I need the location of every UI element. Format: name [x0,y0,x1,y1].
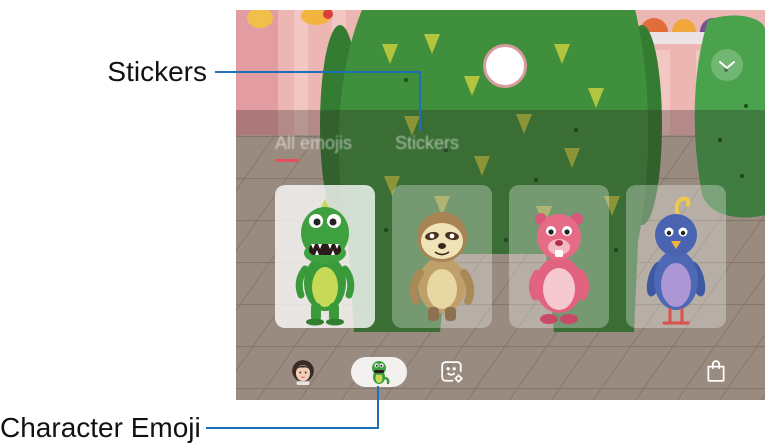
beaver-emoji-icon-part [555,250,563,257]
sloth-emoji-icon-part [427,269,457,309]
bird-emoji-icon-part [666,230,672,236]
sticker-settings-icon [441,361,463,383]
dinosaur-emoji-icon-part [313,218,321,226]
beaver-emoji-icon-part [564,229,570,235]
dinosaur-emoji-card[interactable] [275,185,375,328]
character-emoji-button[interactable] [351,357,407,387]
character-emoji-icon [372,361,390,385]
dinosaur-emoji-icon-part [312,267,338,307]
sticker-settings-icon-part [441,361,462,382]
beaver-emoji-icon-part [548,229,554,235]
beaver-emoji-icon-part [555,240,563,246]
tab-all-emojis[interactable]: All emojis [275,133,352,153]
shopping-bag-icon [707,360,725,382]
sticker-settings-icon-part [452,367,456,371]
sloth-emoji-icon-part [428,307,439,321]
shopping-bag-icon-part [711,360,721,369]
tab-stickers[interactable]: Stickers [395,133,459,153]
sloth-emoji-card[interactable] [392,185,492,328]
sloth-emoji-icon [409,212,475,321]
my-emoji-avatar-icon [292,360,314,385]
sloth-emoji-icon-part [429,233,435,239]
sticker-settings-icon-part [447,372,456,376]
ar-emoji-camera-screen: All emojis Stickers [236,10,765,400]
sloth-emoji-icon-part [445,307,456,321]
bird-emoji-icon [646,196,706,325]
chevron-down-icon-part [719,61,735,69]
bird-emoji-icon-part [661,263,691,307]
bird-emoji-icon-part [674,196,691,217]
dinosaur-emoji-icon-part [321,199,329,207]
sloth-emoji-icon-part [421,223,463,259]
beaver-emoji-icon-part [543,268,575,310]
bird-emoji-icon-part [655,214,697,256]
emoji-store-button[interactable] [704,359,728,383]
my-emoji-avatar-icon-part [304,371,307,374]
dinosaur-emoji-icon-part [326,318,344,326]
dinosaur-emoji-icon-part [329,303,339,321]
beaver-emoji-card[interactable] [509,185,609,328]
beaver-emoji-icon-part [560,314,578,324]
shopping-bag-icon-part [707,365,725,382]
sloth-emoji-icon-part [449,233,455,239]
dinosaur-emoji-icon-part [329,218,337,226]
dinosaur-emoji-icon [295,199,355,326]
dinosaur-emoji-icon-part [311,303,321,321]
active-tab-indicator [275,159,299,162]
bird-emoji-card[interactable] [626,185,726,328]
my-emoji-avatar-icon-part [301,376,305,378]
beaver-emoji-icon-part [540,314,558,324]
beaver-emoji-icon [528,213,590,324]
dinosaur-spots-part [404,78,408,82]
cactus-character-right-part [744,104,748,108]
sticker-settings-icon-part [446,367,450,371]
chevron-down-icon [719,61,735,69]
sticker-settings-button[interactable] [440,360,464,384]
character-emoji-icon-part [375,364,378,367]
character-emoji-icon-part [374,370,384,373]
sticker-settings-icon-part [455,375,462,382]
dinosaur-emoji-icon-part [306,318,324,326]
character-emoji-icon-part [382,376,390,385]
bird-emoji-icon-part [680,230,686,236]
character-emoji-icon-part [380,364,383,367]
character-emoji-callout-label: Character Emoji [0,412,201,443]
collapse-button[interactable] [711,49,743,81]
my-emoji-avatar-button[interactable] [290,359,316,385]
shutter-circle-icon[interactable] [483,44,527,88]
stickers-callout-label: Stickers [107,56,207,87]
sloth-emoji-icon-part [438,243,446,249]
my-emoji-avatar-icon-part [299,371,302,374]
my-emoji-avatar-icon-part [296,381,310,385]
